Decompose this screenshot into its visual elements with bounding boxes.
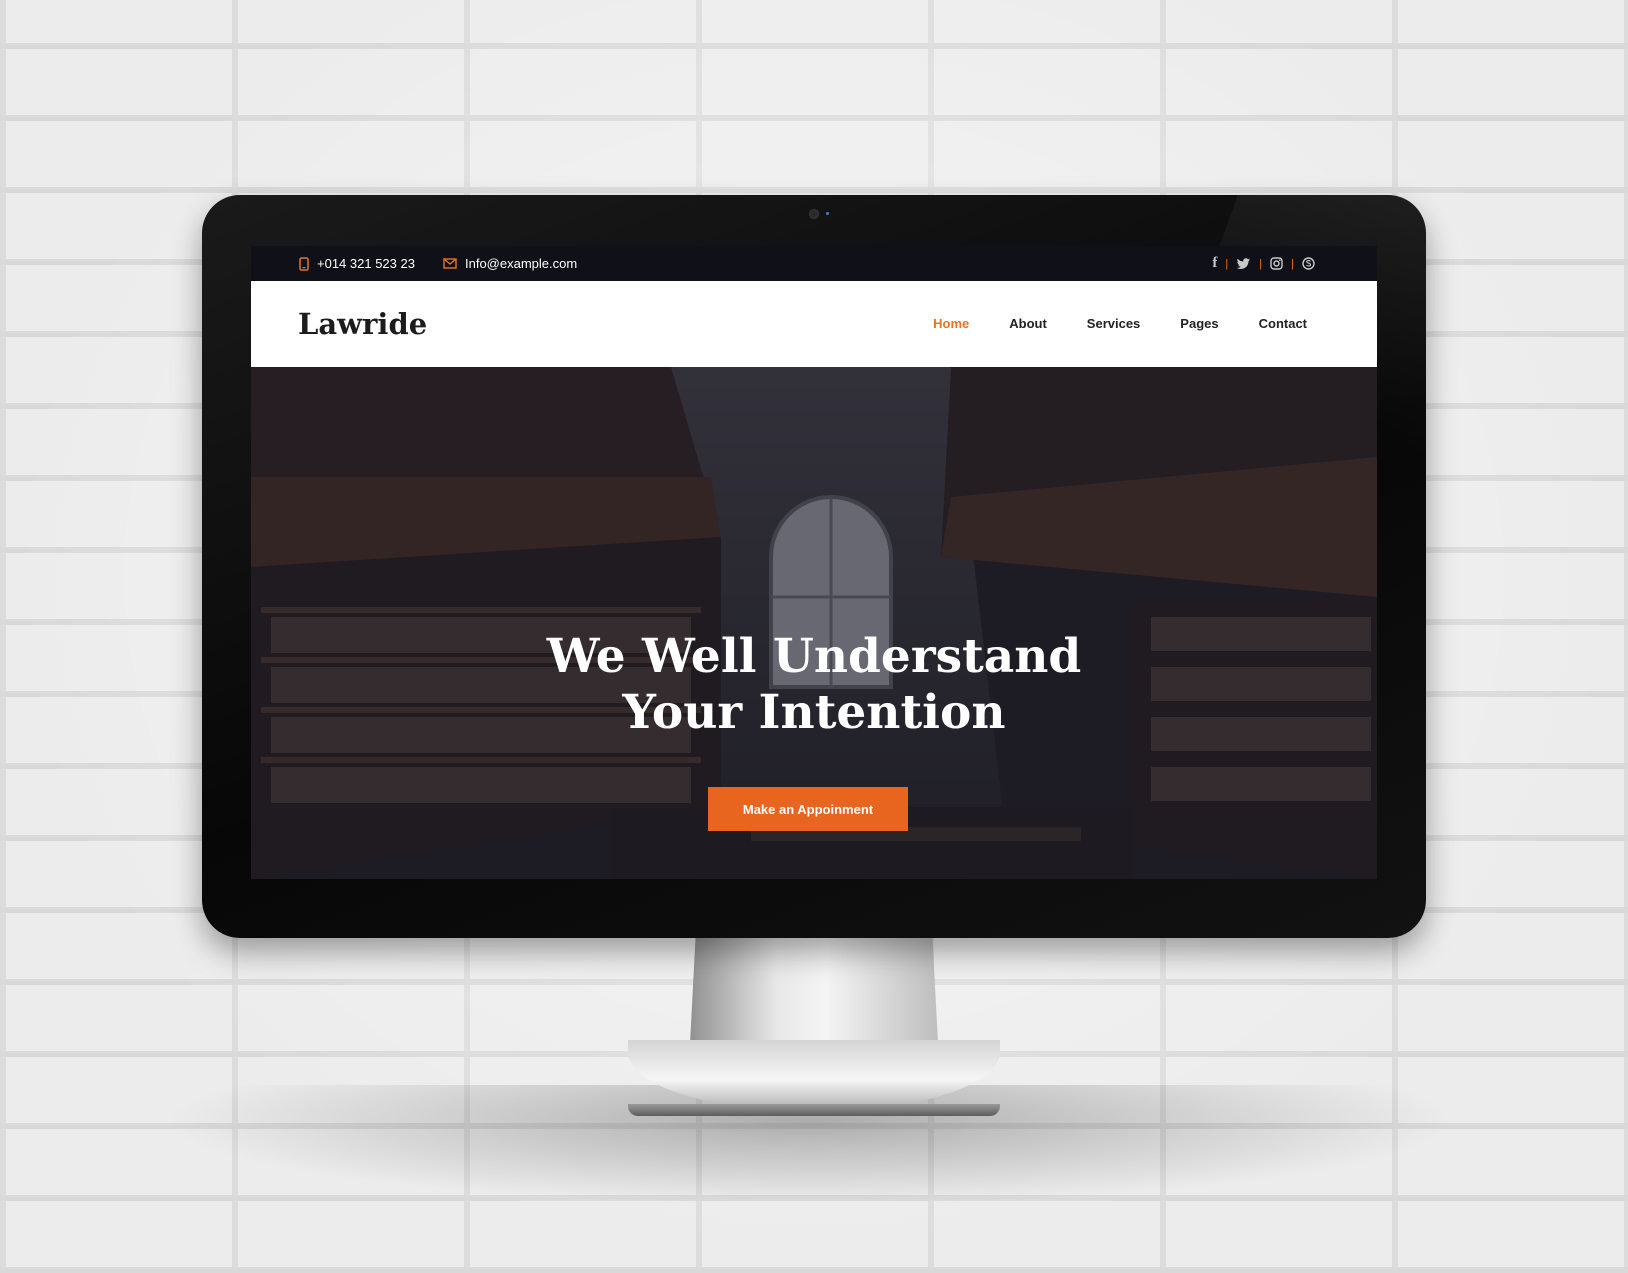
navbar: Lawride Home About Services Pages Contac… <box>251 281 1377 367</box>
facebook-icon[interactable]: f <box>1212 255 1217 272</box>
nav-item-home[interactable]: Home <box>933 316 969 331</box>
email-text: Info@example.com <box>465 256 578 271</box>
phone-icon <box>299 256 309 271</box>
main-nav: Home About Services Pages Contact <box>933 316 1307 331</box>
hero-title-line-1: We Well Understand <box>546 629 1082 684</box>
phone-text: +014 321 523 23 <box>317 256 415 271</box>
social-links: f | | | <box>1212 255 1315 272</box>
twitter-icon[interactable] <box>1236 257 1251 270</box>
monitor-stand-base <box>628 1104 1000 1116</box>
camera-indicator <box>826 212 829 215</box>
envelope-icon <box>443 258 457 269</box>
hero-title-line-2: Your Intention <box>622 685 1006 740</box>
social-separator: | <box>1259 257 1263 270</box>
social-separator: | <box>1225 257 1229 270</box>
contact-phone[interactable]: +014 321 523 23 <box>299 256 415 271</box>
social-separator: | <box>1291 257 1294 270</box>
nav-item-about[interactable]: About <box>1009 316 1047 331</box>
instagram-icon[interactable] <box>1270 257 1283 270</box>
make-appointment-button[interactable]: Make an Appoinment <box>708 787 908 831</box>
monitor-frame: +014 321 523 23 Info@example.com f | | |… <box>202 195 1426 938</box>
nav-item-pages[interactable]: Pages <box>1180 316 1218 331</box>
hero-section: We Well Understand Your Intention Make a… <box>251 367 1377 879</box>
screen: +014 321 523 23 Info@example.com f | | |… <box>251 246 1377 879</box>
nav-item-contact[interactable]: Contact <box>1259 316 1307 331</box>
hero-title: We Well Understand Your Intention <box>251 629 1377 741</box>
camera-icon <box>809 209 819 219</box>
site-logo[interactable]: Lawride <box>298 307 427 341</box>
topbar: +014 321 523 23 Info@example.com f | | | <box>251 246 1377 281</box>
nav-item-services[interactable]: Services <box>1087 316 1141 331</box>
skype-icon[interactable] <box>1302 257 1315 270</box>
contact-email[interactable]: Info@example.com <box>443 256 577 271</box>
